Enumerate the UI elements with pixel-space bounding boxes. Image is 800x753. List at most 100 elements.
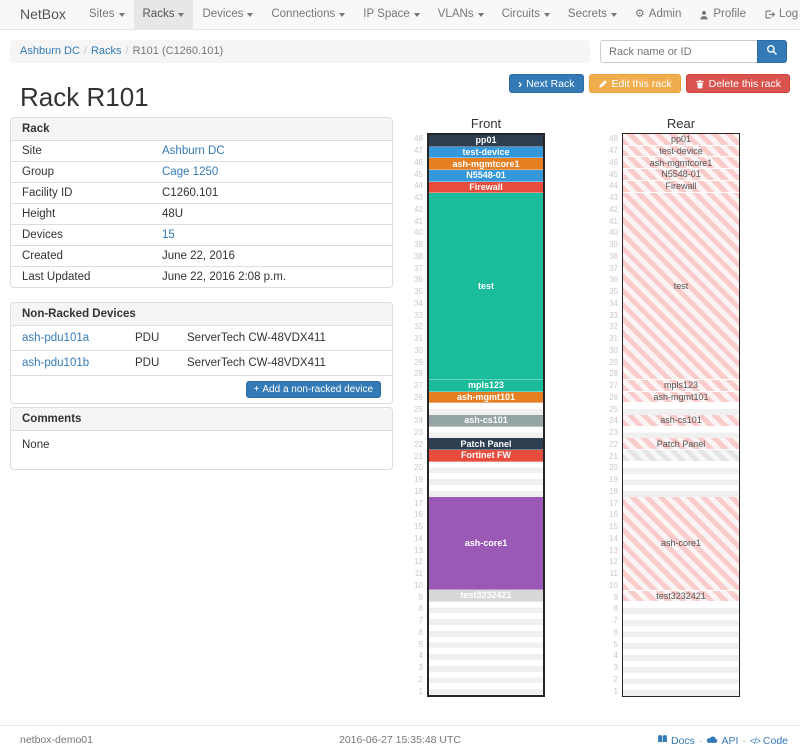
info-label: Created (22, 250, 162, 262)
rack-unit-device[interactable]: pp01 (623, 134, 739, 146)
breadcrumb: Ashburn DC/Racks/R101 (C1260.101) (10, 40, 590, 63)
rack-unit-device[interactable]: test3232421 (623, 591, 739, 603)
chevron-down-icon (339, 13, 345, 17)
rack-unit-empty (623, 649, 739, 661)
unit-number: 5 (403, 638, 427, 650)
unit-number: 6 (598, 627, 622, 639)
info-label: Devices (22, 229, 162, 241)
unit-number: 2 (403, 674, 427, 686)
add-nonracked-device-button[interactable]: + Add a non-racked device (246, 381, 381, 398)
footer-timestamp: 2016-06-27 15:35:48 UTC (339, 734, 461, 746)
pencil-icon (598, 79, 608, 89)
unit-number: 31 (403, 333, 427, 345)
unit-number: 39 (598, 239, 622, 251)
rack-unit-device[interactable]: mpls123 (429, 380, 543, 392)
rack-unit-device[interactable]: test3232421 (429, 590, 543, 602)
nav-item-profile[interactable]: Profile (690, 0, 755, 29)
unit-number: 35 (403, 286, 427, 298)
footer-link-docs[interactable]: Docs (657, 734, 695, 747)
unit-number: 7 (403, 615, 427, 627)
info-row: GroupCage 1250 (11, 161, 392, 182)
nav-item-connections[interactable]: Connections (262, 0, 354, 29)
nav-item-circuits[interactable]: Circuits (493, 0, 559, 29)
info-row: Height48U (11, 203, 392, 224)
info-value: Cage 1250 (162, 166, 218, 178)
device-name-link[interactable]: ash-pdu101b (22, 357, 135, 369)
rack-unit-device[interactable]: ash-mgmt101 (429, 392, 543, 404)
rack-unit-empty (623, 637, 739, 649)
rack-unit-device[interactable]: Firewall (623, 181, 739, 193)
unit-number: 28 (403, 368, 427, 380)
unit-number: 7 (598, 615, 622, 627)
page-title: Rack R101 (20, 82, 149, 113)
rack-unit-device[interactable]: test-device (623, 146, 739, 158)
footer-link-separator: · (699, 735, 703, 747)
book-icon (657, 734, 668, 747)
info-row: Last UpdatedJune 22, 2016 2:08 p.m. (11, 266, 392, 287)
rack-unit-device[interactable]: Firewall (429, 182, 543, 194)
rack-unit-empty (429, 473, 543, 485)
nav-item-secrets[interactable]: Secrets (559, 0, 626, 29)
nav-item-racks[interactable]: Racks (134, 0, 194, 29)
rack-unit-device[interactable]: Fortinet FW (429, 450, 543, 462)
front-unit-numbers: 4847464544434241403938373635343332313029… (403, 133, 427, 697)
rack-unit-empty (429, 683, 543, 695)
unit-number: 34 (598, 298, 622, 310)
search-button[interactable] (757, 40, 787, 63)
nav-item-log-out[interactable]: Log out (755, 0, 800, 29)
rack-unit-device[interactable]: mpls123 (623, 380, 739, 392)
unit-number: 17 (403, 497, 427, 509)
rack-unit-device[interactable]: ash-mgmtcore1 (623, 157, 739, 169)
navbar: NetBox SitesRacksDevicesConnectionsIP Sp… (0, 0, 800, 30)
nav-item-ip-space[interactable]: IP Space (354, 0, 428, 29)
unit-number: 22 (403, 439, 427, 451)
chevron-down-icon (119, 13, 125, 17)
footer-link-code[interactable]: </>Code (750, 735, 788, 747)
rack-unit-empty (429, 625, 543, 637)
unit-number: 36 (598, 274, 622, 286)
search-input[interactable] (600, 40, 757, 63)
rack-unit-empty (623, 462, 739, 474)
rack-unit-device[interactable]: N5548-01 (623, 169, 739, 181)
rack-unit-empty (429, 672, 543, 684)
edit-this-rack-button[interactable]: Edit this rack (589, 74, 681, 93)
rack-unit-empty (623, 626, 739, 638)
chevron-down-icon (611, 13, 617, 17)
rack-unit-device[interactable]: Patch Panel (623, 438, 739, 450)
rack-unit-device[interactable]: ash-core1 (429, 497, 543, 590)
rack-unit-device[interactable]: ash-cs101 (623, 415, 739, 427)
info-value: Ashburn DC (162, 145, 225, 157)
nav-item-devices[interactable]: Devices (193, 0, 262, 29)
rack-unit-device[interactable]: test-device (429, 147, 543, 159)
cloud-icon (706, 735, 718, 747)
rack-unit-device[interactable]: Patch Panel (429, 438, 543, 450)
device-name-link[interactable]: ash-pdu101a (22, 332, 135, 344)
rack-unit-device[interactable]: ash-cs101 (429, 415, 543, 427)
nav-item-sites[interactable]: Sites (80, 0, 134, 29)
brand[interactable]: NetBox (0, 0, 80, 29)
rack-unit-device[interactable]: ash-mgmtcore1 (429, 158, 543, 170)
nonracked-panel: Non-Racked Devices ash-pdu101aPDUServerT… (10, 302, 393, 404)
rack-unit-device[interactable]: test (623, 193, 739, 380)
footer-link-api[interactable]: API (706, 735, 738, 747)
search-icon (766, 43, 778, 61)
rack-unit-device[interactable]: pp01 (429, 135, 543, 147)
breadcrumb-item[interactable]: Ashburn DC (20, 45, 80, 57)
rack-unit-device[interactable] (623, 450, 739, 462)
rack-unit-device[interactable]: ash-core1 (623, 497, 739, 591)
nav-item-admin[interactable]: ⚙Admin (626, 0, 690, 29)
unit-number: 4 (403, 650, 427, 662)
rack-search (600, 40, 787, 63)
info-row: CreatedJune 22, 2016 (11, 245, 392, 266)
rack-unit-device[interactable]: test (429, 193, 543, 380)
delete-this-rack-button[interactable]: Delete this rack (686, 74, 790, 93)
breadcrumb-separator: / (80, 45, 91, 57)
unit-number: 1 (403, 685, 427, 697)
next-rack-button[interactable]: ›Next Rack (509, 74, 583, 93)
nav-item-vlans[interactable]: VLANs (429, 0, 493, 29)
rack-unit-device[interactable]: ash-mgmt101 (623, 392, 739, 404)
rack-unit-device[interactable]: N5548-01 (429, 170, 543, 182)
unit-number: 20 (598, 462, 622, 474)
rack-unit-empty (429, 637, 543, 649)
breadcrumb-item[interactable]: Racks (91, 45, 122, 57)
